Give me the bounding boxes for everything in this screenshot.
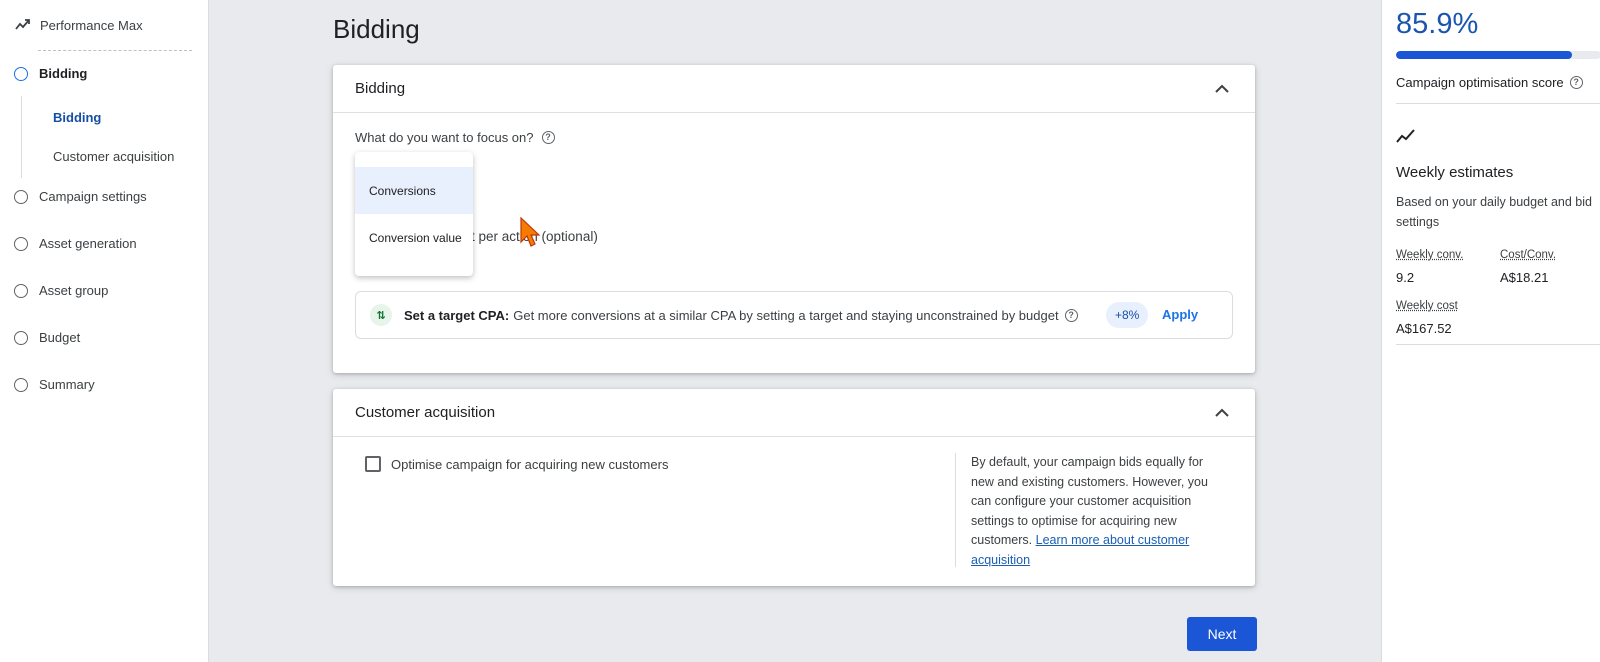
target-cpa-recommendation: ⇅ Set a target CPA: Get more conversions…	[355, 291, 1233, 339]
step-circle-icon	[14, 378, 28, 392]
step-circle-icon	[14, 331, 28, 345]
focus-dropdown-menu: Conversions Conversion value	[355, 152, 473, 276]
nav-item-label: Summary	[39, 377, 95, 392]
optimisation-score-value: 85.9%	[1396, 8, 1478, 41]
new-customers-checkbox-label: Optimise campaign for acquiring new cust…	[391, 457, 668, 472]
customer-acquisition-card-header[interactable]: Customer acquisition	[333, 389, 1255, 437]
step-circle-icon	[14, 190, 28, 204]
bidding-card: Bidding What do you want to focus on? ? …	[333, 65, 1255, 373]
new-customers-checkbox[interactable]	[365, 456, 381, 472]
right-panel-divider	[1396, 344, 1600, 345]
chevron-up-icon[interactable]	[1211, 78, 1233, 100]
page-title: Bidding	[333, 14, 420, 45]
optimisation-score-bar	[1396, 51, 1600, 59]
sort-arrows-icon: ⇅	[370, 304, 392, 326]
bidding-card-title: Bidding	[355, 80, 405, 97]
cost-per-conv-label[interactable]: Cost/Conv.	[1500, 249, 1556, 261]
mouse-pointer-icon	[519, 216, 541, 248]
weekly-conv-label[interactable]: Weekly conv.	[1396, 249, 1463, 261]
dropdown-option-conversions[interactable]: Conversions	[355, 167, 473, 214]
nav-subitem-bidding[interactable]: Bidding	[53, 110, 101, 125]
optimisation-score-label: Campaign optimisation score ?	[1396, 75, 1583, 90]
nav-item-asset-generation[interactable]: Asset generation	[14, 236, 137, 251]
customer-acquisition-card-title: Customer acquisition	[355, 404, 495, 421]
help-icon[interactable]: ?	[542, 131, 555, 144]
step-circle-icon	[14, 67, 28, 81]
bidding-card-header[interactable]: Bidding	[333, 65, 1255, 113]
nav-item-budget[interactable]: Budget	[14, 330, 80, 345]
help-icon[interactable]: ?	[1570, 76, 1583, 89]
weekly-estimates-title: Weekly estimates	[1396, 164, 1513, 181]
chevron-up-icon[interactable]	[1211, 402, 1233, 424]
nav-campaign-type-label: Performance Max	[40, 18, 143, 33]
focus-question: What do you want to focus on? ?	[355, 130, 555, 145]
nav-item-campaign-settings[interactable]: Campaign settings	[14, 189, 147, 204]
step-circle-icon	[14, 284, 28, 298]
nav-item-label: Bidding	[39, 66, 87, 81]
recommendation-text: Get more conversions at a similar CPA by…	[513, 308, 1058, 323]
right-panel: 85.9% Campaign optimisation score ? Week…	[1381, 0, 1600, 662]
nav-sub-line	[21, 96, 22, 178]
weekly-cost-label[interactable]: Weekly cost	[1396, 300, 1458, 312]
nav-item-label: Asset group	[39, 283, 108, 298]
nav-item-label: Budget	[39, 330, 80, 345]
weekly-estimates-description: Based on your daily budget and bid setti…	[1396, 193, 1600, 232]
dropdown-option-conversion-value[interactable]: Conversion value	[355, 214, 473, 261]
step-circle-icon	[14, 237, 28, 251]
weekly-cost-value: A$167.52	[1396, 321, 1452, 336]
main-content: Bidding Bidding What do you want to focu…	[209, 0, 1381, 662]
nav-subitem-customer-acquisition[interactable]: Customer acquisition	[53, 149, 174, 164]
optimisation-score-fill	[1396, 51, 1572, 59]
customer-acquisition-card: Customer acquisition Optimise campaign f…	[333, 389, 1255, 586]
trending-icon	[14, 16, 32, 34]
apply-button[interactable]: Apply	[1162, 302, 1198, 328]
acquisition-description: By default, your campaign bids equally f…	[971, 453, 1221, 570]
nav-divider	[38, 50, 192, 51]
right-panel-divider	[1396, 103, 1600, 104]
nav-item-label: Campaign settings	[39, 189, 147, 204]
recommendation-title: Set a target CPA:	[404, 308, 509, 323]
nav-item-summary[interactable]: Summary	[14, 377, 95, 392]
focus-question-label: What do you want to focus on?	[355, 130, 534, 145]
nav-item-bidding[interactable]: Bidding	[14, 66, 87, 81]
uplift-badge: +8%	[1106, 302, 1148, 328]
nav-item-asset-group[interactable]: Asset group	[14, 283, 108, 298]
weekly-conv-value: 9.2	[1396, 270, 1414, 285]
help-icon[interactable]: ?	[1065, 309, 1078, 322]
optimisation-score-label-text: Campaign optimisation score	[1396, 75, 1564, 90]
new-customers-option[interactable]: Optimise campaign for acquiring new cust…	[365, 456, 668, 472]
next-button[interactable]: Next	[1187, 617, 1257, 651]
description-divider	[955, 453, 956, 567]
left-navigation: Performance Max Bidding Bidding Customer…	[0, 0, 209, 662]
cost-per-conv-value: A$18.21	[1500, 270, 1548, 285]
nav-campaign-type: Performance Max	[14, 16, 143, 34]
nav-item-label: Asset generation	[39, 236, 137, 251]
trending-icon	[1396, 128, 1416, 144]
